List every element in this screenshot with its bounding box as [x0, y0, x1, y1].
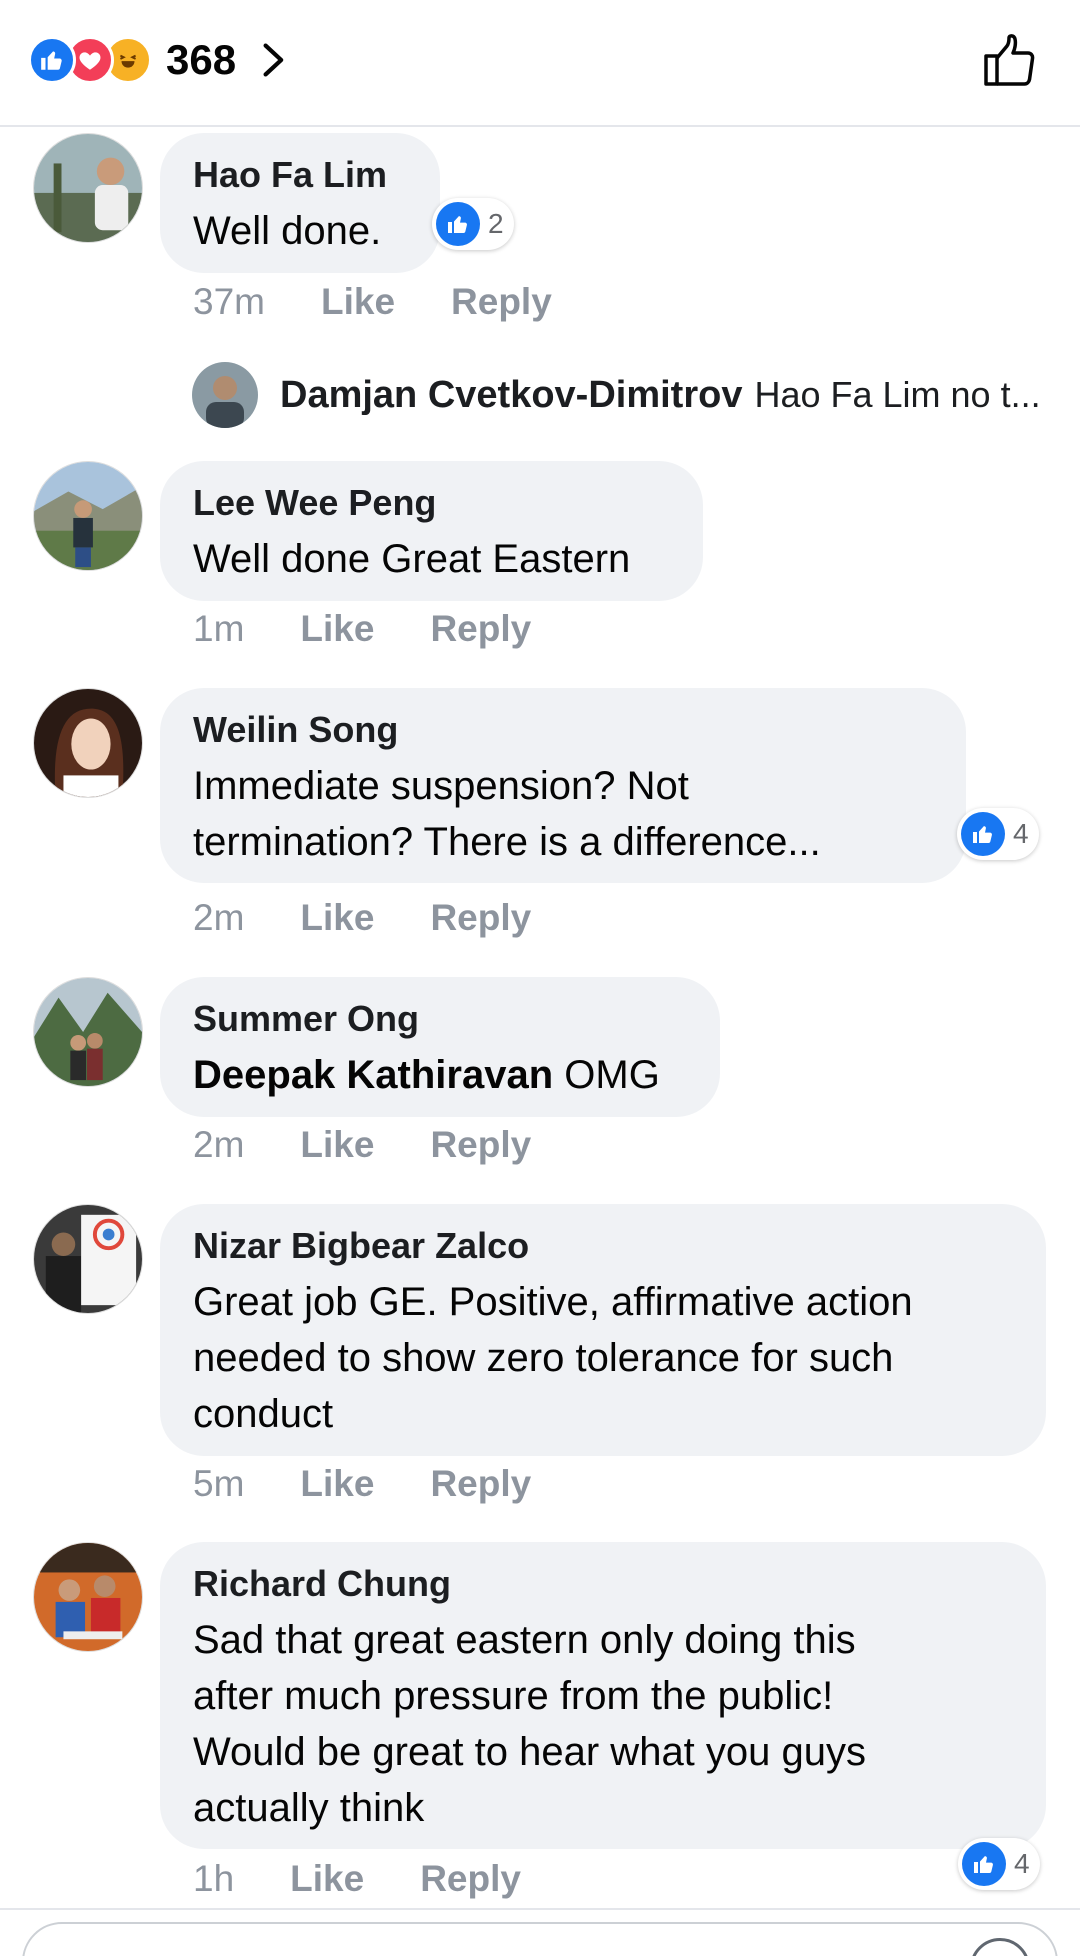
like-button[interactable]: Like: [290, 1858, 364, 1900]
comment-actions: 2m Like Reply: [193, 897, 531, 939]
comment-text: Great job GE. Positive, affirmative acti…: [193, 1274, 1014, 1442]
reply-button[interactable]: Reply: [430, 1463, 531, 1505]
commenter-name[interactable]: Nizar Bigbear Zalco: [193, 1224, 1014, 1268]
avatar[interactable]: [33, 977, 143, 1087]
reactions-header: 368: [0, 0, 1080, 127]
mention-link[interactable]: Deepak Kathiravan: [193, 1053, 553, 1097]
comment-line: termination? There is a difference...: [193, 820, 821, 864]
emoji-icon[interactable]: [970, 1938, 1030, 1956]
avatar[interactable]: [33, 1542, 143, 1652]
commenter-name[interactable]: Lee Wee Peng: [193, 481, 671, 525]
comment-actions: 2m Like Reply: [193, 1124, 531, 1166]
comment-line: actually think: [193, 1786, 425, 1830]
comment-time: 1m: [193, 608, 245, 649]
reply-button[interactable]: Reply: [430, 897, 531, 939]
reaction-count: 4: [1014, 1848, 1030, 1879]
commenter-name[interactable]: Weilin Song: [193, 708, 934, 752]
comment-line: Would be great to hear what you guys: [193, 1730, 867, 1774]
reply-author-name[interactable]: Damjan Cvetkov-Dimitrov: [280, 374, 742, 417]
avatar[interactable]: [33, 688, 143, 798]
reaction-count[interactable]: 368: [166, 36, 236, 84]
like-icon: [962, 1842, 1006, 1886]
comment-bubble[interactable]: Lee Wee Peng Well done Great Eastern: [160, 461, 703, 601]
comment-line: Immediate suspension? Not: [193, 764, 689, 808]
commenter-name[interactable]: Summer Ong: [193, 997, 688, 1041]
commenter-name[interactable]: Richard Chung: [193, 1562, 1014, 1606]
divider: [0, 1908, 1080, 1910]
avatar[interactable]: [192, 362, 258, 428]
comment-time: 2m: [193, 1124, 245, 1165]
comment-text: Well done Great Eastern: [193, 537, 631, 581]
like-icon: [961, 812, 1005, 856]
reaction-count: 2: [488, 208, 504, 239]
like-button[interactable]: Like: [321, 281, 395, 323]
chevron-right-icon[interactable]: [262, 36, 296, 84]
avatar[interactable]: [33, 461, 143, 571]
comment-text-body: OMG: [564, 1053, 660, 1097]
like-icon: [28, 36, 76, 84]
like-post-icon[interactable]: [980, 30, 1040, 90]
comment-line: after much pressure from the public!: [193, 1674, 834, 1718]
comment-line: conduct: [193, 1392, 334, 1436]
like-button[interactable]: Like: [300, 1463, 374, 1505]
reply-text: Hao Fa Lim no t...: [754, 374, 1041, 415]
comment-time: 5m: [193, 1463, 245, 1504]
like-button[interactable]: Like: [300, 608, 374, 650]
reply-button[interactable]: Reply: [430, 1124, 531, 1166]
comment-bubble[interactable]: Nizar Bigbear Zalco Great job GE. Positi…: [160, 1204, 1046, 1456]
comment-reactions-badge[interactable]: 4: [957, 808, 1039, 860]
comment-line: needed to show zero tolerance for such: [193, 1336, 894, 1380]
comment-text: Immediate suspension? Not termination? T…: [193, 758, 934, 870]
comment-bubble[interactable]: Hao Fa Lim Well done.: [160, 133, 440, 273]
reply-button[interactable]: Reply: [430, 608, 531, 650]
avatar[interactable]: [33, 133, 143, 243]
comment-bubble[interactable]: Richard Chung Sad that great eastern onl…: [160, 1542, 1046, 1849]
reaction-count: 4: [1013, 818, 1029, 849]
comment-reactions-badge[interactable]: 4: [958, 1838, 1040, 1890]
comment-text: Sad that great eastern only doing this a…: [193, 1612, 1014, 1836]
comment-line: Sad that great eastern only doing this: [193, 1618, 856, 1662]
comment-input[interactable]: [22, 1922, 1058, 1956]
like-icon: [436, 202, 480, 246]
comment-actions: 5m Like Reply: [193, 1463, 531, 1505]
like-button[interactable]: Like: [300, 1124, 374, 1166]
reactions-summary[interactable]: 368: [28, 36, 296, 84]
commenter-name[interactable]: Hao Fa Lim: [193, 153, 408, 197]
comment-text: Well done.: [193, 209, 382, 253]
comment-actions: 1m Like Reply: [193, 608, 531, 650]
comment-bubble[interactable]: Summer Ong Deepak Kathiravan OMG: [160, 977, 720, 1117]
comment-actions: 37m Like Reply: [193, 281, 552, 323]
comment-reactions-badge[interactable]: 2: [432, 198, 514, 250]
reply-preview[interactable]: Damjan Cvetkov-Dimitrov Hao Fa Lim no t.…: [192, 362, 1052, 428]
comment-time: 37m: [193, 281, 265, 322]
comment-line: Great job GE. Positive, affirmative acti…: [193, 1280, 913, 1324]
like-button[interactable]: Like: [300, 897, 374, 939]
comment-text: Deepak Kathiravan OMG: [193, 1047, 688, 1103]
reply-button[interactable]: Reply: [420, 1858, 521, 1900]
comment-time: 2m: [193, 897, 245, 938]
comment-time: 1h: [193, 1858, 235, 1899]
avatar[interactable]: [33, 1204, 143, 1314]
comment-actions: 1h Like Reply: [193, 1858, 521, 1900]
reply-button[interactable]: Reply: [451, 281, 552, 323]
comment-bubble[interactable]: Weilin Song Immediate suspension? Not te…: [160, 688, 966, 883]
